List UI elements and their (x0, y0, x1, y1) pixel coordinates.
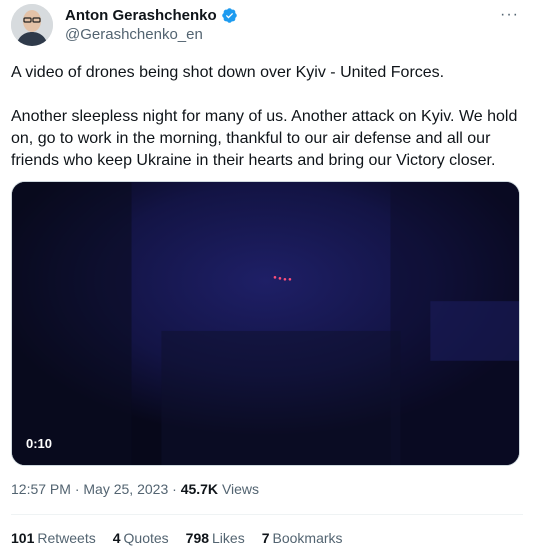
video-player[interactable]: 0:10 (11, 181, 520, 466)
retweets-label: Retweets (37, 530, 96, 546)
retweets-stat[interactable]: 101 Retweets (11, 530, 96, 546)
tweet-paragraph: Another sleepless night for many of us. … (11, 108, 518, 169)
avatar[interactable] (11, 4, 53, 46)
divider (11, 514, 523, 515)
engagement-stats: 101 Retweets 4 Quotes 798 Likes 7 Bookmarks (11, 530, 360, 546)
quotes-label: Quotes (123, 530, 169, 546)
tweet-time[interactable]: 12:57 PM (11, 481, 71, 497)
quotes-count: 4 (112, 530, 121, 546)
views-label: Views (221, 481, 260, 497)
tweet-text: A video of drones being shot down over K… (11, 62, 523, 172)
verified-badge-icon (221, 8, 237, 23)
video-timecode: 0:10 (26, 436, 53, 451)
views-count: 45.7K (180, 481, 219, 497)
retweets-count: 101 (11, 530, 35, 546)
avatar-image (11, 4, 53, 46)
display-name[interactable]: Anton Gerashchenko (65, 7, 217, 24)
tweet-card: Anton Gerashchenko @Gerashchenko_en ··· … (0, 0, 534, 553)
video-frame (12, 182, 519, 465)
tweet-paragraph: A video of drones being shot down over K… (11, 64, 445, 81)
tweet-header: Anton Gerashchenko @Gerashchenko_en ··· (11, 4, 523, 48)
tweet-metadata: 12:57 PM · May 25, 2023 · 45.7K Views (11, 481, 259, 497)
handle[interactable]: @Gerashchenko_en (65, 26, 203, 43)
likes-label: Likes (212, 530, 245, 546)
meta-separator: · (168, 481, 181, 497)
name-row: Anton Gerashchenko (65, 7, 238, 24)
tweet-date[interactable]: May 25, 2023 (83, 481, 168, 497)
bookmarks-count: 7 (261, 530, 270, 546)
likes-count: 798 (185, 530, 210, 546)
likes-stat[interactable]: 798 Likes (186, 530, 245, 546)
more-options-icon[interactable]: ··· (500, 6, 519, 24)
bookmarks-stat[interactable]: 7 Bookmarks (262, 530, 343, 546)
bookmarks-label: Bookmarks (272, 530, 343, 546)
quotes-stat[interactable]: 4 Quotes (113, 530, 169, 546)
meta-separator: · (70, 481, 84, 497)
